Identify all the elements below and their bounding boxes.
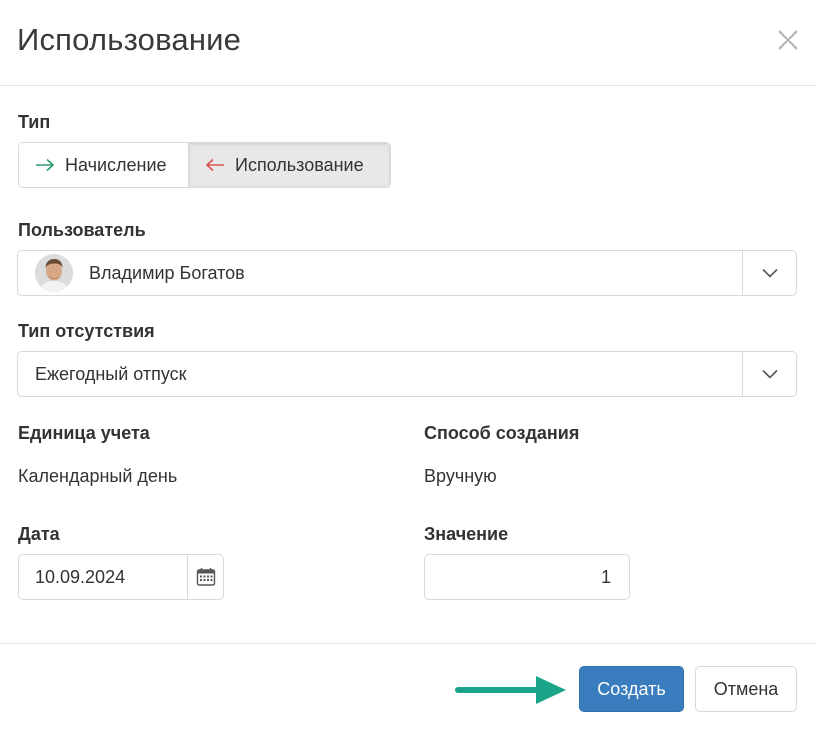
user-select[interactable]: Владимир Богатов xyxy=(17,250,797,296)
avatar xyxy=(35,254,73,292)
type-option-usage[interactable]: Использование xyxy=(189,143,390,187)
chevron-down-icon xyxy=(761,369,778,379)
absence-type-dropdown-toggle[interactable] xyxy=(742,352,796,396)
amount-input[interactable] xyxy=(425,565,629,589)
creation-method-label: Способ создания xyxy=(424,423,580,443)
absence-type-value: Ежегодный отпуск xyxy=(35,363,187,384)
close-icon[interactable] xyxy=(776,28,800,52)
type-label: Тип xyxy=(18,112,51,132)
cancel-button[interactable]: Отмена xyxy=(695,666,797,712)
arrow-right-icon xyxy=(36,158,55,172)
dialog-title: Использование xyxy=(17,22,242,57)
amount-label: Значение xyxy=(424,524,509,544)
user-select-value: Владимир Богатов xyxy=(18,254,742,292)
absence-type-select[interactable]: Ежегодный отпуск xyxy=(17,351,797,397)
arrow-left-icon xyxy=(205,158,224,172)
user-label: Пользователь xyxy=(18,220,146,240)
calendar-icon xyxy=(196,568,215,586)
date-field xyxy=(18,554,224,600)
dialog-header: Использование xyxy=(0,0,816,86)
type-option-usage-label: Использование xyxy=(235,154,364,175)
user-name: Владимир Богатов xyxy=(89,262,245,283)
guide-arrow-icon xyxy=(455,676,566,704)
dialog-footer: Создать Отмена xyxy=(0,643,816,732)
calendar-button[interactable] xyxy=(187,555,223,599)
type-option-accrual[interactable]: Начисление xyxy=(19,143,189,187)
creation-method-value: Вручную xyxy=(424,466,497,486)
amount-field xyxy=(424,554,630,600)
usage-dialog: Использование Тип Начисление Использован… xyxy=(0,0,816,731)
unit-value: Календарный день xyxy=(18,466,178,486)
user-dropdown-toggle[interactable] xyxy=(742,251,796,295)
date-input[interactable] xyxy=(19,565,187,589)
absence-type-label: Тип отсутствия xyxy=(18,321,155,341)
date-label: Дата xyxy=(18,524,60,544)
type-toggle: Начисление Использование xyxy=(18,142,391,188)
type-option-accrual-label: Начисление xyxy=(65,154,167,175)
unit-label: Единица учета xyxy=(18,423,150,443)
create-button[interactable]: Создать xyxy=(579,666,684,712)
chevron-down-icon xyxy=(761,268,778,278)
